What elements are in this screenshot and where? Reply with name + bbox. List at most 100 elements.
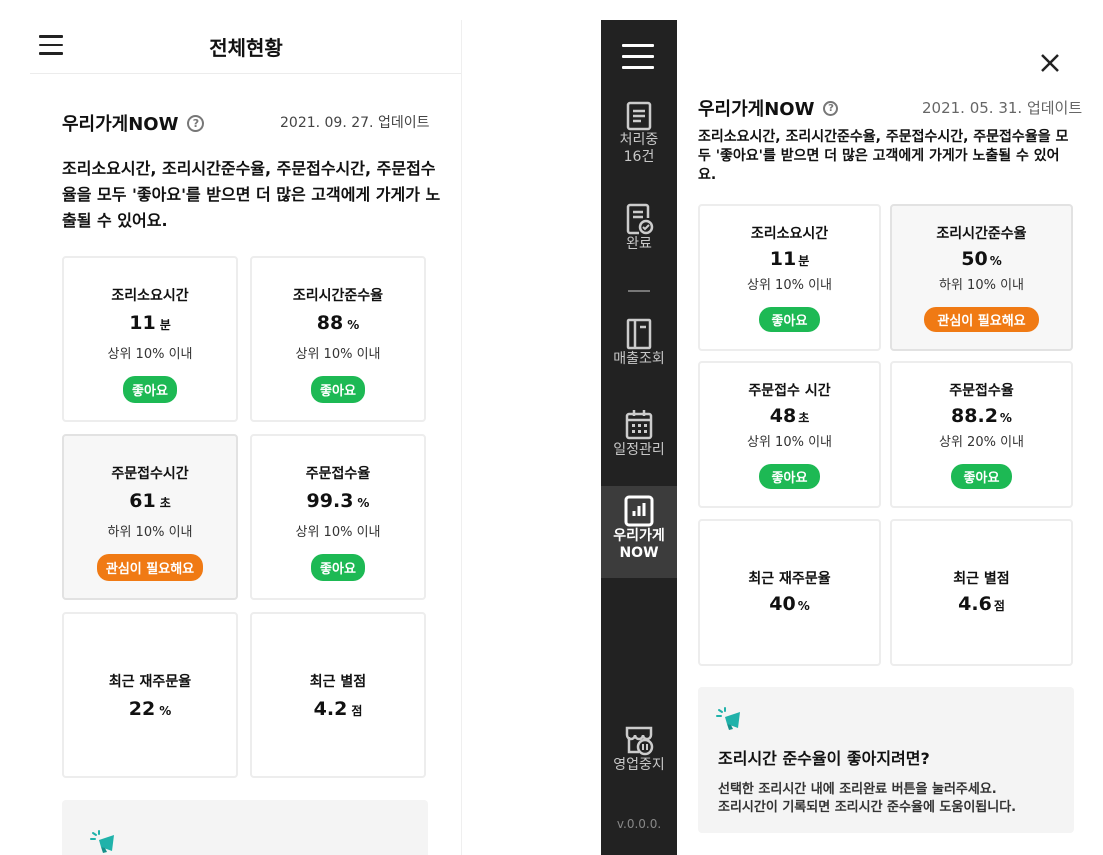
metric-unit: 점 [351,704,363,718]
metric-unit: 분 [159,318,171,332]
metric-unit: % [989,254,1002,268]
sidebar: 처리중 16건 완료 매출조회 일정관리 우리가게 NOW 영업중지 v.0.0… [601,20,677,855]
document-check-icon [626,203,654,235]
metric-label: 주문접수율 [305,466,371,482]
metric-label: 최근 별점 [309,674,367,690]
close-icon[interactable] [1040,53,1060,73]
metric-rank: 상위 20% 이내 [939,435,1024,450]
status-badge: 관심이 필요해요 [924,307,1039,332]
tip-body-line-1: 선택한 조리시간 내에 조리완료 버튼을 눌러주세요. [718,782,997,797]
metric-card-reorder-rate[interactable]: 최근 재주문율 40% [698,519,881,666]
metric-card-rating[interactable]: 최근 별점 4.6 점 [890,519,1073,666]
metric-value: 22 [128,698,156,720]
metric-label: 최근 재주문율 [108,674,192,690]
metric-value-line: 22% [64,698,236,720]
help-icon[interactable]: ? [187,114,205,132]
left-body: 우리가게NOW ? 2021. 09. 27. 업데이트 조리소요시간, 조리시… [30,74,461,855]
metric-card-cook-compliance[interactable]: 조리시간준수율 88% 상위 10% 이내 좋아요 [250,256,426,422]
section-header: 우리가게NOW ? [62,110,205,136]
store-pause-icon [625,726,654,756]
help-icon[interactable]: ? [823,100,839,116]
right-screen: 처리중 16건 완료 매출조회 일정관리 우리가게 NOW 영업중지 v.0.0… [601,20,1093,855]
metric-rank: 상위 10% 이내 [295,525,381,540]
metric-value-line: 88% [252,312,424,334]
metric-value-line: 50% [892,248,1071,270]
metric-value-line: 4.6 점 [892,593,1071,615]
metric-card-rating[interactable]: 최근 별점 4.2 점 [250,612,426,778]
status-badge: 좋아요 [311,376,365,403]
metric-rank: 상위 10% 이내 [747,435,832,450]
metric-card-cook-time[interactable]: 조리소요시간 11 분 상위 10% 이내 좋아요 [698,204,881,351]
status-badge: 좋아요 [311,554,365,581]
metric-unit: 분 [798,254,810,268]
sidebar-item-schedule[interactable]: 일정관리 [601,408,677,459]
document-icon [626,101,652,131]
metric-value: 88 [316,312,344,334]
section-description: 조리소요시간, 조리시간준수율, 주문접수시간, 주문접수율을 모두 '좋아요'… [62,159,441,230]
sales-book-icon [626,318,652,350]
metric-unit: 초 [159,496,171,510]
tip-box: 조리시간 준수율이 좋아지려면? 선택한 조리시간 내에 조리완료 버튼을 눌러… [698,687,1074,833]
metric-label: 조리소요시간 [111,288,189,304]
sidebar-item-in-progress[interactable]: 처리중 16건 [601,100,677,166]
status-badge: 관심이 필요해요 [96,554,204,581]
metric-label: 조리소요시간 [750,226,829,242]
metric-card-cook-compliance[interactable]: 조리시간준수율 50% 하위 10% 이내 관심이 필요해요 [890,204,1073,351]
metric-label: 최근 재주문율 [748,571,831,587]
left-header: 전체현황 [30,20,461,74]
metric-value: 88.2 [951,405,998,427]
section-title: 우리가게NOW [698,99,815,120]
metric-value: 99.3 [306,490,354,512]
metric-unit: 초 [798,411,810,425]
metric-value-line: 40% [700,593,879,615]
metric-rank: 하위 10% 이내 [107,525,193,540]
metric-label: 조리시간준수율 [936,226,1027,242]
metric-unit: % [999,411,1012,425]
sidebar-item-store-now[interactable]: 우리가게 NOW [601,486,677,578]
sidebar-item-label: 우리가게 [613,528,665,544]
sidebar-item-label: 매출조회 [613,351,665,367]
metric-rank: 상위 10% 이내 [107,347,193,362]
metric-unit: % [797,599,810,613]
metric-value-line: 88.2% [892,405,1071,427]
tip-body-line-2: 조리시간이 기록되면 조리시간 준수율에 도움이됩니다. [718,800,1017,815]
metric-value: 11 [769,248,797,270]
metric-unit: % [347,318,360,332]
status-badge: 좋아요 [758,464,821,489]
metric-label: 주문접수시간 [111,466,189,482]
metric-label: 주문접수 시간 [748,383,831,399]
metric-card-order-accept-rate[interactable]: 주문접수율 88.2% 상위 20% 이내 좋아요 [890,361,1073,508]
metric-value-line: 48 초 [700,405,879,427]
sidebar-item-pause-business[interactable]: 영업중지 [601,723,677,774]
section-title: 우리가게NOW [62,114,179,135]
bar-chart-icon [624,495,654,527]
metric-card-order-accept-rate[interactable]: 주문접수율 99.3% 상위 10% 이내 좋아요 [250,434,426,600]
version-label: v.0.0.0. [616,817,662,831]
status-badge: 좋아요 [950,464,1013,489]
sidebar-item-label-2: NOW [619,545,659,561]
metric-card-order-accept-time[interactable]: 주문접수시간 61 초 하위 10% 이내 관심이 필요해요 [62,434,238,600]
metric-label: 조리시간준수율 [292,288,384,304]
metric-rank: 상위 10% 이내 [747,278,832,293]
metric-value-line: 99.3% [252,490,424,512]
tip-title: 조리시간 준수율이 좋아지려면? [718,749,930,768]
sidebar-item-sales[interactable]: 매출조회 [601,317,677,368]
metric-value: 4.6 [958,593,992,615]
section-header: 우리가게NOW ? [698,95,839,121]
metric-value-line: 11 분 [700,248,879,270]
metric-rank: 하위 10% 이내 [939,278,1024,293]
megaphone-icon [716,707,740,730]
sidebar-item-label: 처리중 [619,132,659,148]
menu-icon[interactable] [622,44,654,72]
sidebar-item-label: 일정관리 [613,442,665,458]
metric-rank: 상위 10% 이내 [295,347,381,362]
metric-card-cook-time[interactable]: 조리소요시간 11 분 상위 10% 이내 좋아요 [62,256,238,422]
update-date: 2021. 09. 27. 업데이트 [280,115,430,131]
sidebar-item-completed[interactable]: 완료 [601,202,677,253]
metric-unit: % [357,496,370,510]
sidebar-divider [628,290,650,292]
metric-card-reorder-rate[interactable]: 최근 재주문율 22% [62,612,238,778]
metric-unit: % [159,704,172,718]
metric-value: 4.2 [313,698,348,720]
metric-card-order-accept-time[interactable]: 주문접수 시간 48 초 상위 10% 이내 좋아요 [698,361,881,508]
